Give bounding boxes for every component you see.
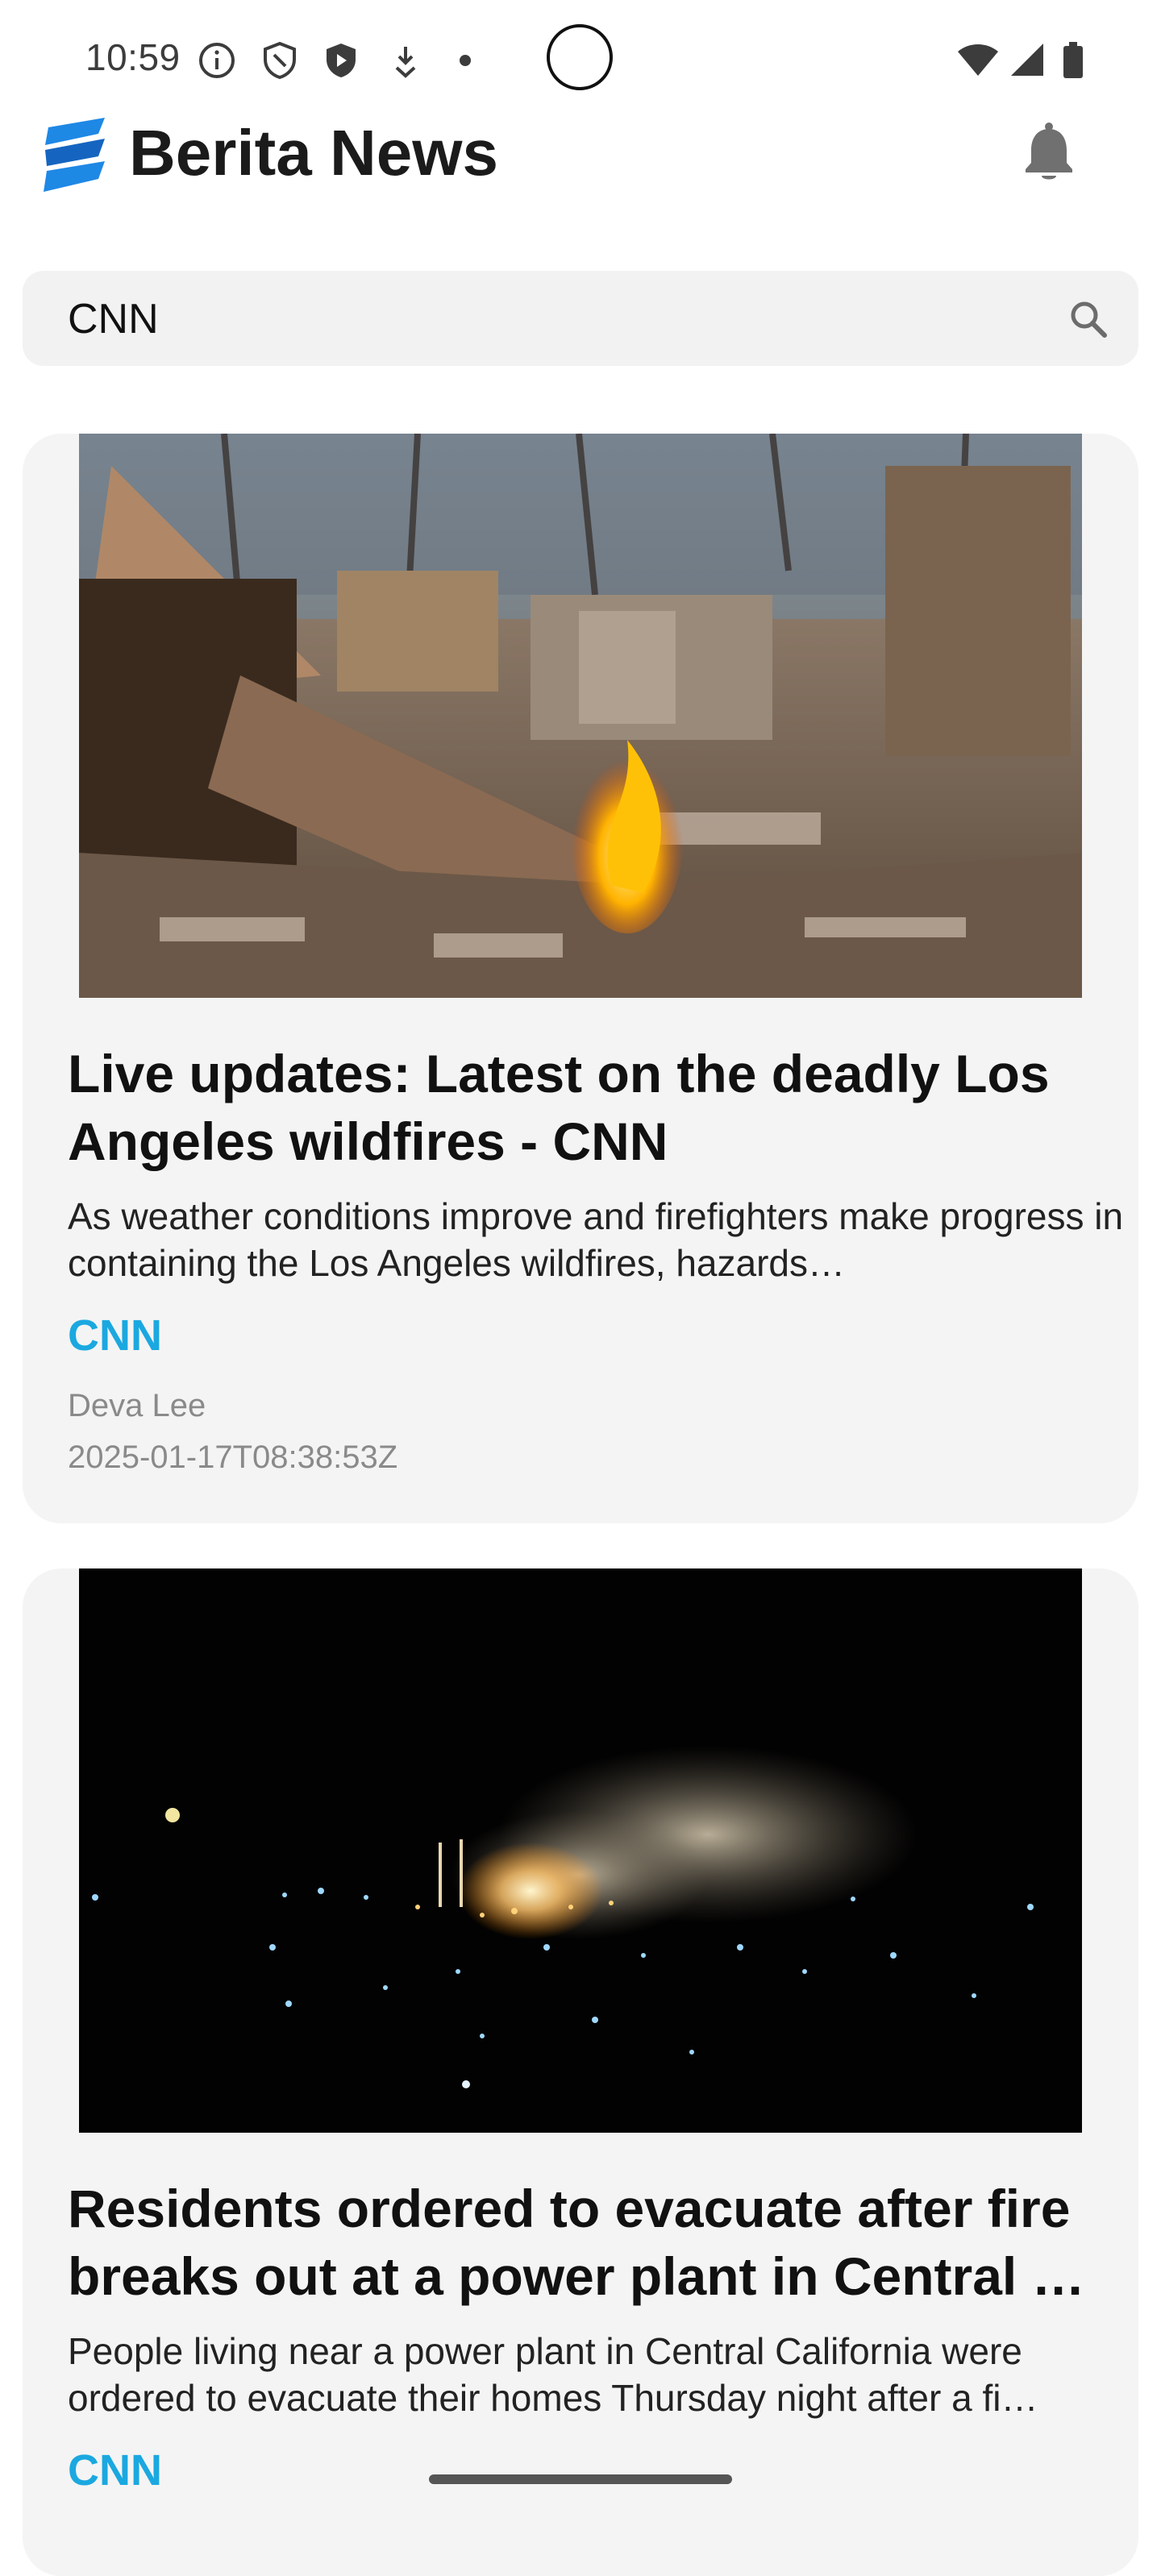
article-card[interactable]: Residents ordered to evacuate after fire…	[23, 1568, 1138, 2576]
wildfire-ruins-image	[79, 434, 1082, 998]
shield-outline-icon	[264, 41, 296, 80]
article-author: Deva Lee	[68, 1388, 206, 1423]
status-time: 10:59	[85, 36, 181, 78]
article-description: As weather conditions improve and firefi…	[68, 1195, 1124, 1284]
berita-logo-icon	[44, 118, 105, 192]
article-source[interactable]: CNN	[68, 1311, 162, 1361]
wifi-icon	[958, 44, 998, 76]
app-title: Berita News	[129, 117, 498, 189]
bell-icon[interactable]	[1022, 121, 1076, 182]
article-image[interactable]	[79, 434, 1082, 998]
article-title[interactable]: Live updates: Latest on the deadly Los A…	[68, 1040, 1116, 1175]
camera-cutout	[547, 24, 613, 90]
status-bar: 10:59	[0, 0, 1161, 113]
article-image[interactable]	[79, 1568, 1082, 2133]
gesture-nav-handle[interactable]	[429, 2474, 732, 2484]
article-card[interactable]: Live updates: Latest on the deadly Los A…	[23, 434, 1138, 1523]
search-icon[interactable]	[1067, 298, 1109, 340]
signal-icon	[1011, 44, 1043, 76]
article-description: People living near a power plant in Cent…	[68, 2330, 1038, 2419]
info-icon	[199, 43, 235, 78]
shield-filled-icon	[327, 44, 356, 77]
dot-icon	[460, 55, 471, 66]
article-date: 2025-01-17T08:38:53Z	[68, 1440, 398, 1475]
search-input[interactable]: CNN	[68, 295, 159, 343]
article-source[interactable]: CNN	[68, 2445, 162, 2495]
power-plant-fire-image	[79, 1568, 1082, 2133]
download-icon	[395, 47, 416, 78]
app-header: Berita News	[0, 105, 1161, 202]
search-bar[interactable]: CNN	[23, 271, 1138, 366]
article-title[interactable]: Residents ordered to evacuate after fire…	[68, 2175, 1116, 2310]
battery-icon	[1063, 42, 1083, 78]
